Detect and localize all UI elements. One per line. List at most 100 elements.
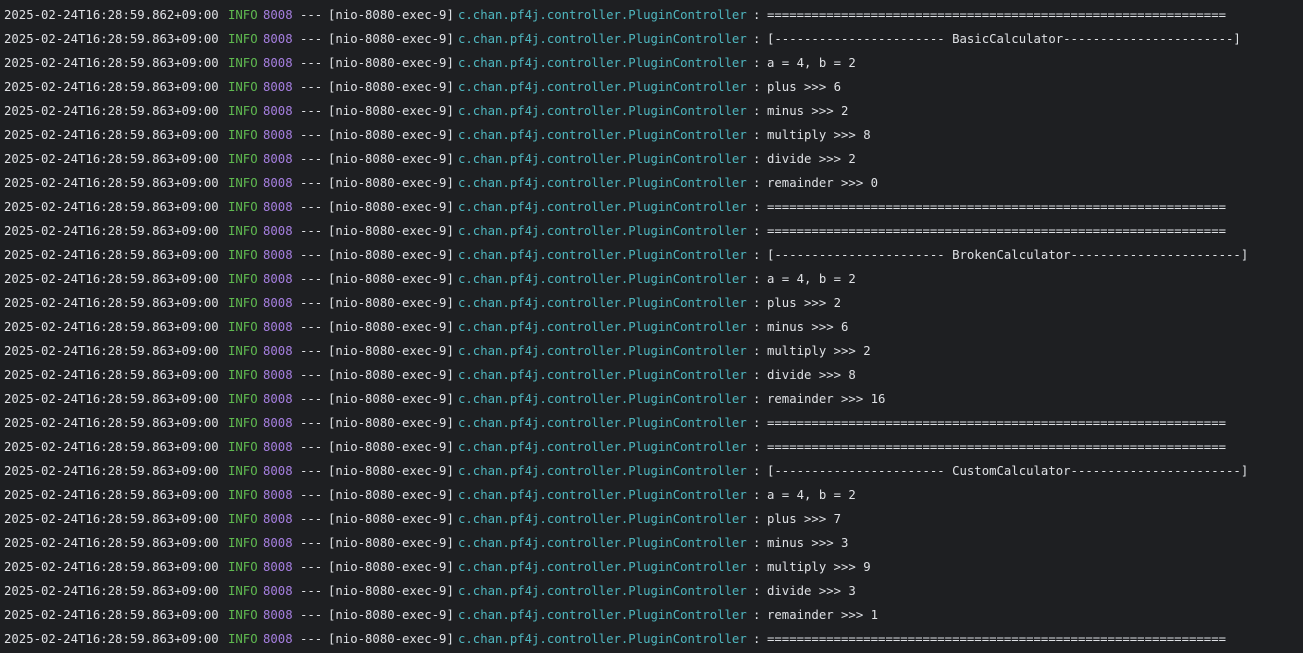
log-pid: 8008 [263,512,293,526]
log-separator: --- [300,320,323,334]
log-line: 2025-02-24T16:28:59.863+09:00 INFO 8008 ---… [0,171,1303,195]
log-message: plus >>> 7 [767,512,842,526]
console-output[interactable]: 2025-02-24T16:28:59.862+09:00 INFO 8008 ---… [0,0,1303,653]
log-separator: --- [300,32,323,46]
log-line: 2025-02-24T16:28:59.863+09:00 INFO 8008 ---… [0,411,1303,435]
log-message: ========================================… [767,8,1227,22]
log-colon: : [753,464,761,478]
log-message: multiply >>> 9 [767,560,871,574]
log-colon: : [753,128,761,142]
log-line: 2025-02-24T16:28:59.863+09:00 INFO 8008 ---… [0,147,1303,171]
log-pid: 8008 [263,152,293,166]
log-colon: : [753,200,761,214]
log-timestamp: 2025-02-24T16:28:59.863+09:00 [4,224,219,238]
log-line: 2025-02-24T16:28:59.863+09:00 INFO 8008 ---… [0,387,1303,411]
log-separator: --- [300,344,323,358]
log-thread: [nio-8080-exec-9] [328,104,454,118]
log-timestamp: 2025-02-24T16:28:59.863+09:00 [4,320,219,334]
log-line: 2025-02-24T16:28:59.863+09:00 INFO 8008 ---… [0,579,1303,603]
log-pid: 8008 [263,584,293,598]
log-pid: 8008 [263,368,293,382]
log-separator: --- [300,248,323,262]
log-separator: --- [300,488,323,502]
log-thread: [nio-8080-exec-9] [328,248,454,262]
log-pid: 8008 [263,224,293,238]
log-level: INFO [228,344,258,358]
log-level: INFO [228,80,258,94]
log-timestamp: 2025-02-24T16:28:59.863+09:00 [4,272,219,286]
log-separator: --- [300,560,323,574]
log-message: minus >>> 6 [767,320,849,334]
log-colon: : [753,632,761,646]
log-timestamp: 2025-02-24T16:28:59.863+09:00 [4,368,219,382]
log-line: 2025-02-24T16:28:59.863+09:00 INFO 8008 ---… [0,339,1303,363]
log-line: 2025-02-24T16:28:59.863+09:00 INFO 8008 ---… [0,267,1303,291]
log-message: plus >>> 6 [767,80,842,94]
log-line: 2025-02-24T16:28:59.863+09:00 INFO 8008 ---… [0,291,1303,315]
log-logger: c.chan.pf4j.controller.PluginController [458,344,747,358]
log-message: a = 4, b = 2 [767,56,856,70]
log-logger: c.chan.pf4j.controller.PluginController [458,464,747,478]
log-thread: [nio-8080-exec-9] [328,344,454,358]
log-colon: : [753,32,761,46]
log-line: 2025-02-24T16:28:59.863+09:00 INFO 8008 ---… [0,99,1303,123]
log-timestamp: 2025-02-24T16:28:59.863+09:00 [4,632,219,646]
log-colon: : [753,104,761,118]
log-thread: [nio-8080-exec-9] [328,128,454,142]
log-separator: --- [300,464,323,478]
log-thread: [nio-8080-exec-9] [328,392,454,406]
log-thread: [nio-8080-exec-9] [328,416,454,430]
log-level: INFO [228,368,258,382]
log-pid: 8008 [263,560,293,574]
log-pid: 8008 [263,200,293,214]
log-line: 2025-02-24T16:28:59.863+09:00 INFO 8008 ---… [0,459,1303,483]
log-pid: 8008 [263,8,293,22]
log-timestamp: 2025-02-24T16:28:59.863+09:00 [4,608,219,622]
log-pid: 8008 [263,80,293,94]
log-thread: [nio-8080-exec-9] [328,296,454,310]
log-logger: c.chan.pf4j.controller.PluginController [458,560,747,574]
log-colon: : [753,296,761,310]
log-line: 2025-02-24T16:28:59.863+09:00 INFO 8008 ---… [0,483,1303,507]
log-colon: : [753,344,761,358]
log-pid: 8008 [263,464,293,478]
log-logger: c.chan.pf4j.controller.PluginController [458,512,747,526]
log-logger: c.chan.pf4j.controller.PluginController [458,368,747,382]
log-level: INFO [228,224,258,238]
log-pid: 8008 [263,392,293,406]
log-thread: [nio-8080-exec-9] [328,80,454,94]
log-colon: : [753,248,761,262]
log-logger: c.chan.pf4j.controller.PluginController [458,224,747,238]
log-separator: --- [300,80,323,94]
log-separator: --- [300,440,323,454]
log-pid: 8008 [263,320,293,334]
log-message: divide >>> 8 [767,368,856,382]
log-colon: : [753,320,761,334]
log-line: 2025-02-24T16:28:59.863+09:00 INFO 8008 ---… [0,123,1303,147]
log-level: INFO [228,128,258,142]
log-level: INFO [228,632,258,646]
log-pid: 8008 [263,104,293,118]
log-separator: --- [300,176,323,190]
log-thread: [nio-8080-exec-9] [328,176,454,190]
log-message: a = 4, b = 2 [767,272,856,286]
log-timestamp: 2025-02-24T16:28:59.863+09:00 [4,392,219,406]
log-logger: c.chan.pf4j.controller.PluginController [458,584,747,598]
log-colon: : [753,176,761,190]
log-timestamp: 2025-02-24T16:28:59.863+09:00 [4,536,219,550]
log-level: INFO [228,320,258,334]
log-message: [----------------------- BasicCalculator… [767,32,1241,46]
log-separator: --- [300,200,323,214]
log-message: ========================================… [767,416,1227,430]
log-message: remainder >>> 0 [767,176,879,190]
log-pid: 8008 [263,272,293,286]
log-separator: --- [300,368,323,382]
log-line: 2025-02-24T16:28:59.863+09:00 INFO 8008 ---… [0,531,1303,555]
log-thread: [nio-8080-exec-9] [328,152,454,166]
log-colon: : [753,368,761,382]
log-message: ========================================… [767,632,1227,646]
log-logger: c.chan.pf4j.controller.PluginController [458,56,747,70]
log-logger: c.chan.pf4j.controller.PluginController [458,248,747,262]
log-timestamp: 2025-02-24T16:28:59.863+09:00 [4,344,219,358]
log-colon: : [753,440,761,454]
